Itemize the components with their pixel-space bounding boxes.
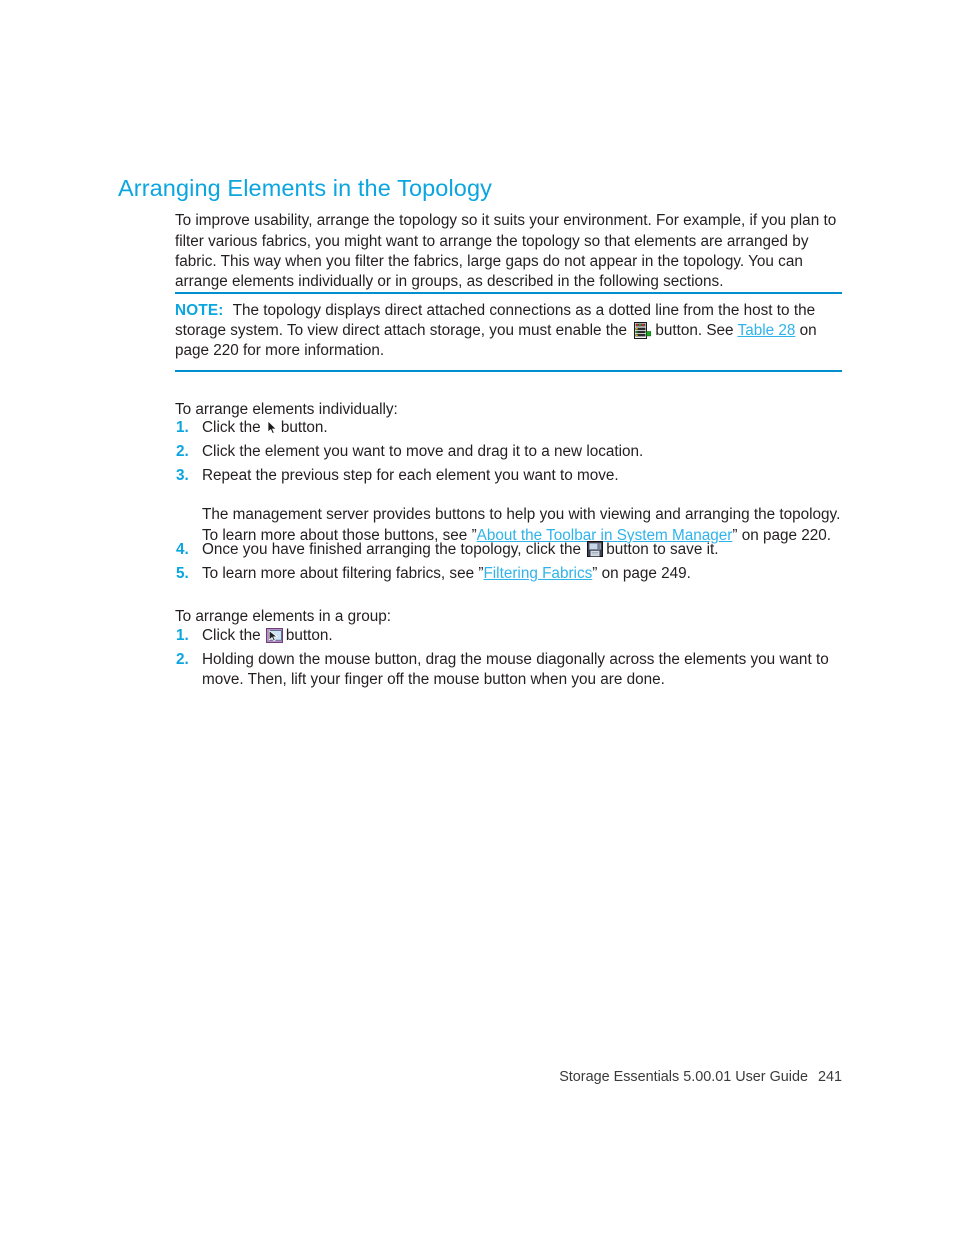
intro-paragraph: To improve usability, arrange the topolo…: [175, 212, 837, 290]
save-floppy-icon: [587, 541, 604, 557]
step-item: 4. Once you have finished arranging the …: [176, 540, 842, 560]
step-item: 1. Click the button.: [176, 418, 842, 438]
note-body: NOTE: The topology displays direct attach…: [175, 294, 842, 370]
step-text: Once you have finished arranging the top…: [202, 540, 842, 560]
step-text: Click the element you want to move and d…: [202, 443, 644, 460]
group-select-icon: [265, 628, 283, 643]
step-item: 1. Click the button.: [176, 626, 842, 646]
step-item: 3. Repeat the previous step for each ele…: [176, 466, 842, 486]
step-item: 2. Holding down the mouse button, drag t…: [176, 650, 842, 691]
step-text: Holding down the mouse button, drag the …: [202, 651, 829, 689]
step-text-after: button.: [280, 419, 328, 436]
step-number: 4.: [176, 541, 189, 558]
step-text-after: button.: [285, 627, 333, 644]
page-footer: Storage Essentials 5.00.01 User Guide 241: [559, 1068, 842, 1086]
note-label: NOTE:: [175, 302, 224, 319]
note-table-link[interactable]: Table 28: [738, 322, 796, 339]
document-page: Arranging Elements in the Topology To im…: [0, 0, 954, 1235]
step-number: 5.: [176, 565, 189, 582]
step-text-before: To learn more about filtering fabrics, s…: [202, 565, 484, 582]
step-text: To learn more about filtering fabrics, s…: [202, 564, 842, 584]
note-bottom-rule: [175, 369, 842, 372]
footer-guide-title: Storage Essentials 5.00.01 User Guide: [559, 1069, 808, 1085]
step-number: 1.: [176, 627, 189, 644]
step-text-after: button to save it.: [606, 541, 719, 558]
note-text-part2: button. See: [655, 322, 734, 340]
step-text-after: ” on page 249.: [592, 565, 691, 582]
storage-array-icon: [634, 322, 652, 340]
step-text: Repeat the previous step for each elemen…: [202, 467, 619, 484]
step-text-before: Click the: [202, 627, 261, 644]
step-number: 2.: [176, 443, 189, 460]
page-title: Arranging Elements in the Topology: [118, 174, 492, 201]
step-item: 2. Click the element you want to move an…: [176, 442, 842, 462]
step-number: 3.: [176, 467, 189, 484]
step-text-before: Once you have finished arranging the top…: [202, 541, 581, 558]
footer-page-number: 241: [817, 1069, 842, 1085]
step-number: 2.: [176, 651, 189, 668]
step-item: 5. To learn more about filtering fabrics…: [176, 564, 842, 584]
note-callout: NOTE: The topology displays direct attach…: [175, 292, 842, 372]
cursor-arrow-icon: [266, 420, 279, 435]
lead-in-group: To arrange elements in a group:: [175, 608, 391, 626]
step-number: 1.: [176, 419, 189, 436]
step-text: Click the button.: [202, 418, 842, 438]
step-text-before: Click the: [202, 419, 261, 436]
step-text: Click the button.: [202, 626, 842, 646]
filtering-fabrics-link[interactable]: Filtering Fabrics: [483, 565, 592, 582]
